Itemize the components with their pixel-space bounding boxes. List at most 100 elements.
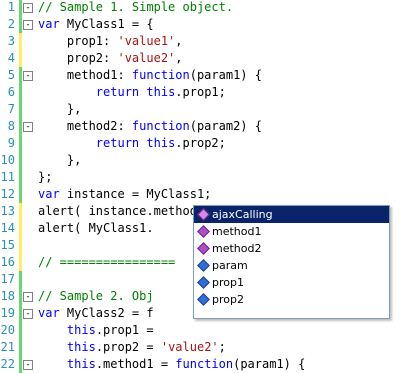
code-text[interactable]: this.prop1 =: [38, 322, 161, 339]
code-line[interactable]: 9 return this.prop2;: [0, 135, 405, 152]
code-token: (param1) {: [233, 357, 306, 371]
code-token: .prop2;: [175, 136, 226, 150]
collapse-toggle-icon[interactable]: -: [23, 3, 33, 13]
code-line[interactable]: 2- var MyClass1 = {: [0, 16, 405, 33]
code-text[interactable]: // Sample 2. Obj: [38, 288, 154, 305]
code-line[interactable]: 4 prop2: 'value2',: [0, 50, 405, 67]
code-token: this: [66, 340, 96, 354]
line-number: 7: [7, 102, 15, 116]
collapse-toggle-icon[interactable]: -: [23, 122, 33, 132]
code-editor[interactable]: 1-// Sample 1. Simple object. 2- var MyCla…: [0, 0, 405, 373]
completion-item[interactable]: prop2: [194, 291, 389, 308]
code-token: 'value1': [117, 34, 176, 48]
code-token: function: [131, 119, 190, 133]
code-text[interactable]: return this.prop2;: [38, 135, 226, 152]
code-line[interactable]: 1-// Sample 1. Simple object.: [0, 0, 405, 16]
change-tracking-marker: [19, 169, 22, 186]
change-tracking-marker: [19, 16, 22, 33]
code-token: return: [95, 136, 140, 150]
code-text[interactable]: },: [38, 152, 81, 169]
code-text[interactable]: method2: function(param2) {: [38, 118, 262, 135]
code-text[interactable]: prop1: 'value1',: [38, 33, 183, 50]
intellisense-popup[interactable]: ajaxCalling method1 method2 param prop1 prop2: [193, 205, 390, 319]
code-line[interactable]: 21 this.prop2 = 'value2';: [0, 339, 405, 356]
change-tracking-marker: [19, 152, 22, 169]
change-tracking-marker: [19, 118, 22, 135]
collapse-toggle-icon[interactable]: -: [23, 20, 33, 30]
completion-item-label: param: [212, 259, 248, 272]
code-token: ,: [175, 34, 183, 48]
collapse-toggle-icon[interactable]: -: [23, 71, 33, 81]
code-text[interactable]: var instance = MyClass1;: [38, 186, 211, 203]
code-token: prop2:: [38, 51, 118, 65]
code-text[interactable]: this.prop2 = 'value2';: [38, 339, 226, 356]
line-number: 11: [0, 170, 15, 184]
change-tracking-marker: [19, 84, 22, 101]
code-token: 'value2': [160, 340, 219, 354]
line-number: 19: [0, 306, 15, 320]
change-tracking-marker: [19, 0, 22, 16]
code-text[interactable]: },: [38, 101, 81, 118]
code-token: (param1) {: [189, 68, 262, 82]
property-icon: [197, 276, 210, 289]
code-token: method1:: [38, 68, 132, 82]
code-token: MyClass2 = f: [59, 306, 154, 320]
code-line[interactable]: 8- method2: function(param2) {: [0, 118, 405, 135]
line-number: 6: [7, 85, 15, 99]
code-line[interactable]: 20 this.prop1 =: [0, 322, 405, 339]
code-text[interactable]: alert( MyClass1.: [38, 220, 154, 237]
code-token: instance = MyClass1;: [59, 187, 212, 201]
code-token: alert( MyClass1.: [38, 221, 154, 235]
code-text[interactable]: this.method1 = function(param1) {: [38, 356, 305, 373]
line-number: 2: [7, 17, 15, 31]
completion-item[interactable]: method1: [194, 223, 389, 240]
code-token: // Sample 2. Obj: [38, 289, 154, 303]
line-number: 10: [0, 153, 15, 167]
completion-list[interactable]: ajaxCalling method1 method2 param prop1 prop2: [194, 206, 389, 308]
code-text[interactable]: prop2: 'value2',: [38, 50, 183, 67]
code-text[interactable]: method1: function(param1) {: [38, 67, 262, 84]
code-line[interactable]: 6 return this.prop1;: [0, 84, 405, 101]
code-text[interactable]: // ================: [38, 254, 175, 271]
collapse-toggle-icon[interactable]: -: [23, 292, 33, 302]
line-number: 14: [0, 221, 15, 235]
line-number: 20: [0, 323, 15, 337]
code-line[interactable]: 3 prop1: 'value1',: [0, 33, 405, 50]
code-line[interactable]: 5- method1: function(param1) {: [0, 67, 405, 84]
code-token: this: [66, 357, 96, 371]
code-line[interactable]: 11};: [0, 169, 405, 186]
code-line[interactable]: 7 },: [0, 101, 405, 118]
code-token: },: [38, 153, 82, 167]
completion-item-label: ajaxCalling: [212, 208, 273, 221]
change-tracking-marker: [19, 237, 22, 254]
change-tracking-marker: [19, 67, 22, 84]
code-text[interactable]: var MyClass2 = f: [38, 305, 154, 322]
code-token: function: [175, 357, 234, 371]
code-token: .prop1 =: [95, 323, 161, 337]
completion-item[interactable]: prop1: [194, 274, 389, 291]
collapse-toggle-icon[interactable]: -: [23, 309, 33, 319]
code-text[interactable]: return this.prop1;: [38, 84, 226, 101]
code-token: 'value2': [117, 51, 176, 65]
code-token: this: [146, 136, 176, 150]
collapse-toggle-icon[interactable]: -: [23, 360, 33, 370]
code-token: };: [38, 170, 53, 184]
code-text[interactable]: var MyClass1 = {: [38, 16, 154, 33]
line-number: 17: [0, 272, 15, 286]
line-number: 13: [0, 204, 15, 218]
completion-item[interactable]: method2: [194, 240, 389, 257]
code-text[interactable]: };: [38, 169, 52, 186]
code-line[interactable]: 22- this.method1 = function(param1) {: [0, 356, 405, 373]
code-token: var: [38, 187, 60, 201]
completion-item[interactable]: ajaxCalling: [194, 206, 389, 223]
code-line[interactable]: 10 },: [0, 152, 405, 169]
completion-item[interactable]: param: [194, 257, 389, 274]
code-text[interactable]: // Sample 1. Simple object.: [38, 0, 233, 16]
completion-item-label: prop1: [212, 276, 244, 289]
code-token: .method1 =: [95, 357, 176, 371]
method-icon: [197, 225, 210, 238]
code-line[interactable]: 12 var instance = MyClass1;: [0, 186, 405, 203]
